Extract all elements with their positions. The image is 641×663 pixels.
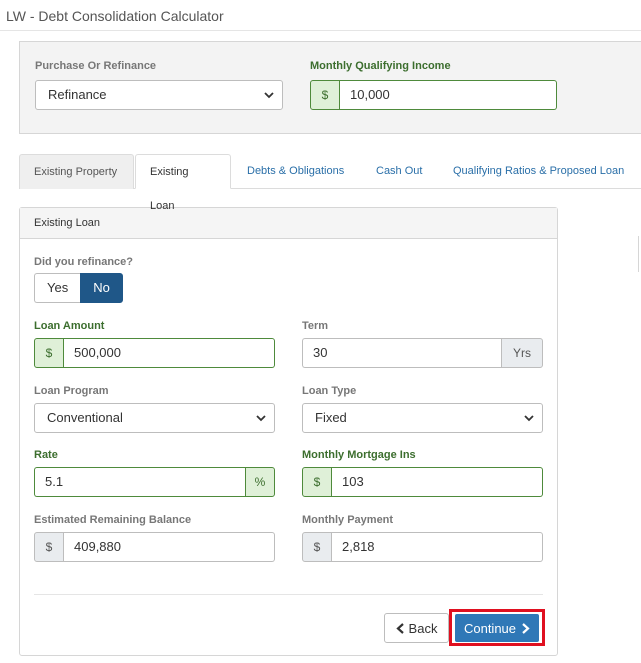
rate-input[interactable]: 5.1: [34, 467, 245, 497]
app-title: LW - Debt Consolidation Calculator: [6, 8, 224, 24]
term-input[interactable]: 30: [302, 338, 501, 368]
dollar-addon: $: [34, 338, 64, 368]
chevron-down-icon: [264, 92, 274, 99]
dollar-addon: $: [302, 532, 332, 562]
continue-button-label: Continue: [463, 620, 517, 636]
loan-type-select[interactable]: Fixed: [302, 403, 543, 433]
income-input[interactable]: 10,000: [340, 80, 557, 110]
income-label: Monthly Qualifying Income: [310, 60, 451, 72]
loan-program-value: Conventional: [47, 410, 123, 425]
term-field[interactable]: 30 Yrs: [302, 338, 543, 368]
footer-divider: [34, 594, 543, 595]
mmi-input[interactable]: 103: [332, 467, 543, 497]
chevron-down-icon: [256, 415, 266, 422]
title-divider: [0, 30, 641, 31]
payment-field[interactable]: $ 2,818: [302, 532, 543, 562]
erb-label: Estimated Remaining Balance: [34, 514, 192, 526]
loan-amount-field[interactable]: $ 500,000: [34, 338, 275, 368]
card-header: Existing Loan: [20, 208, 557, 239]
no-button[interactable]: No: [80, 273, 123, 303]
dollar-addon: $: [34, 532, 64, 562]
yes-button[interactable]: Yes: [34, 273, 81, 303]
tab-existing-loan[interactable]: Existing Loan: [135, 154, 231, 212]
chevron-left-icon: [395, 622, 404, 634]
purchase-select-value: Refinance: [48, 87, 107, 102]
tab-existing-property[interactable]: Existing Property: [19, 154, 134, 189]
erb-input[interactable]: 409,880: [64, 532, 275, 562]
tab-debts-obligations[interactable]: Debts & Obligations: [233, 154, 358, 189]
refinance-label: Did you refinance?: [34, 256, 134, 268]
loan-program-select[interactable]: Conventional: [34, 403, 275, 433]
loan-amount-label: Loan Amount: [34, 320, 105, 332]
purchase-label: Purchase Or Refinance: [35, 60, 157, 72]
loan-type-label: Loan Type: [302, 385, 357, 397]
payment-input[interactable]: 2,818: [332, 532, 543, 562]
income-field[interactable]: $ 10,000: [310, 80, 557, 110]
rate-field[interactable]: 5.1 %: [34, 467, 275, 497]
loan-type-value: Fixed: [315, 410, 347, 425]
refinance-toggle: Yes No: [34, 273, 123, 303]
chevron-down-icon: [524, 415, 534, 422]
rate-label: Rate: [34, 449, 58, 461]
payment-label: Monthly Payment: [302, 514, 394, 526]
years-addon: Yrs: [501, 338, 543, 368]
continue-button[interactable]: Continue: [455, 614, 539, 642]
loan-program-label: Loan Program: [34, 385, 109, 397]
back-button[interactable]: Back: [384, 613, 449, 643]
erb-field[interactable]: $ 409,880: [34, 532, 275, 562]
purchase-select[interactable]: Refinance: [35, 80, 283, 110]
chevron-right-icon: [522, 622, 530, 634]
dollar-addon: $: [302, 467, 332, 497]
loan-amount-input[interactable]: 500,000: [64, 338, 275, 368]
tab-qualifying-ratios[interactable]: Qualifying Ratios & Proposed Loan: [439, 154, 638, 189]
tab-cash-out[interactable]: Cash Out: [362, 154, 436, 189]
dollar-addon: $: [310, 80, 340, 110]
mmi-label: Monthly Mortgage Ins: [302, 449, 416, 461]
percent-addon: %: [245, 467, 275, 497]
term-label: Term: [302, 320, 329, 332]
mmi-field[interactable]: $ 103: [302, 467, 543, 497]
back-button-label: Back: [408, 620, 438, 636]
